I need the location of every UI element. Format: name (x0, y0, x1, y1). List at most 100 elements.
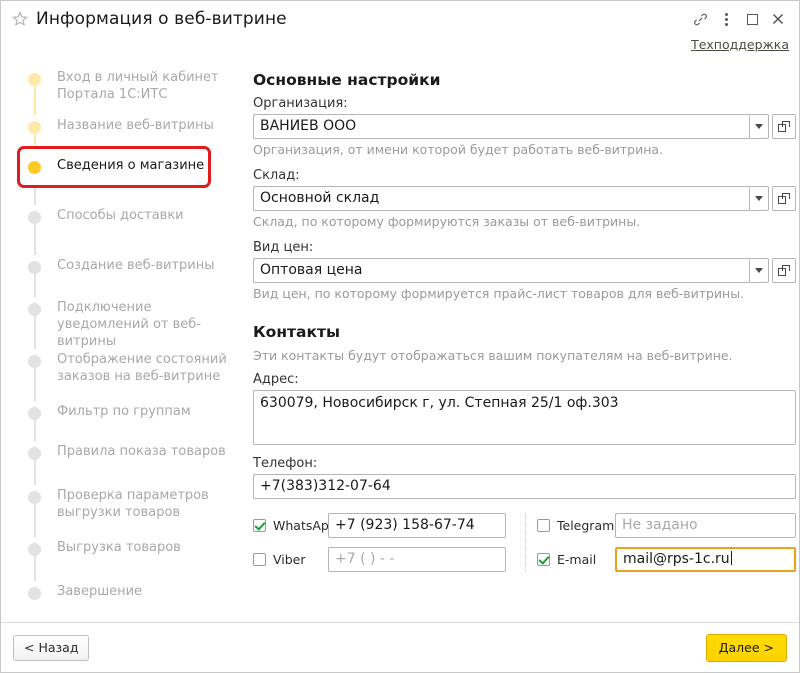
viber-input[interactable]: +7 ( ) - - (328, 547, 506, 572)
checkmark-icon[interactable] (253, 519, 266, 532)
sidebar-step-label: Сведения о магазине (57, 158, 205, 173)
sidebar-step-label: Выгрузка товаров (57, 540, 181, 555)
messenger-column-right: Telegram Не задано E-mail mail@rps-1c.ru (525, 513, 796, 572)
telegram-input[interactable]: Не задано (615, 513, 796, 538)
sidebar-step-label: Завершение (57, 584, 143, 599)
step-connector (34, 315, 36, 349)
open-window-icon (778, 192, 790, 205)
checkbox-email[interactable]: E-mail (537, 552, 615, 567)
chevron-down-icon (755, 124, 763, 129)
footer-bar: < Назад Далее > (1, 622, 799, 672)
checkbox-viber[interactable]: Viber (253, 552, 328, 567)
step-connector (34, 459, 36, 485)
page-title: Информация о веб-витрине (36, 9, 287, 29)
maximize-icon[interactable] (739, 6, 765, 32)
sidebar-step-8[interactable]: Фильтр по группам (1, 403, 249, 433)
sidebar-step-label: Проверка параметров выгрузки товаров (57, 488, 209, 520)
wizard-window: Информация о веб-витрине Техподдержка Вх (0, 0, 800, 673)
step-dot-icon (28, 303, 41, 316)
sidebar-step-3[interactable]: Сведения о магазине (1, 157, 249, 187)
messenger-row-telegram: Telegram Не задано (537, 513, 796, 538)
sidebar-step-10[interactable]: Проверка параметров выгрузки товаров (1, 487, 249, 521)
back-button[interactable]: < Назад (13, 634, 90, 661)
step-connector (34, 367, 36, 401)
checkbox-whatsapp[interactable]: WhatsApp (253, 518, 337, 533)
warehouse-open-button[interactable] (772, 186, 796, 211)
price-type-input[interactable]: Оптовая цена (253, 258, 750, 283)
email-input[interactable]: mail@rps-1c.ru (615, 547, 796, 572)
step-dot-icon (28, 121, 41, 134)
step-dot-icon (28, 161, 41, 174)
sidebar-step-4[interactable]: Способы доставки (1, 207, 249, 237)
chevron-down-icon (755, 268, 763, 273)
open-window-icon (778, 264, 790, 277)
sidebar-step-9[interactable]: Правила показа товаров (1, 443, 249, 473)
main-form: Основные настройки Организация: ВАНИЕВ О… (249, 59, 799, 634)
warehouse-input[interactable]: Основной склад (253, 186, 750, 211)
step-dot-icon (28, 261, 41, 274)
checkbox-label-email: E-mail (557, 552, 597, 567)
price-type-hint: Вид цен, по которому формируется прайс-л… (253, 286, 745, 301)
organization-hint: Организация, от имени которой будет рабо… (253, 142, 664, 157)
price-type-label: Вид цен: (253, 240, 314, 255)
checkbox-label-telegram: Telegram (557, 518, 615, 533)
star-icon[interactable] (11, 10, 29, 28)
warehouse-label: Склад: (253, 168, 300, 183)
checkbox-telegram[interactable]: Telegram (537, 518, 615, 533)
messenger-grid: WhatsApp +7 (923) 158-67-74 Viber +7 ( ) - … (253, 513, 796, 572)
checkbox-empty-icon[interactable] (537, 519, 550, 532)
step-dot-icon (28, 73, 41, 86)
sidebar-step-5[interactable]: Создание веб-витрины (1, 257, 249, 287)
price-type-open-button[interactable] (772, 258, 796, 283)
organization-row: ВАНИЕВ ООО (253, 114, 796, 139)
sidebar-step-11[interactable]: Выгрузка товаров (1, 539, 249, 569)
support-row: Техподдержка (1, 37, 799, 59)
basic-settings-heading: Основные настройки (253, 71, 441, 89)
step-connector (34, 85, 36, 115)
organization-dropdown-button[interactable] (750, 114, 769, 139)
address-input[interactable]: 630079, Новосибирск г, ул. Степная 25/1 … (253, 390, 796, 445)
chevron-down-icon (755, 196, 763, 201)
support-link[interactable]: Техподдержка (691, 37, 789, 52)
step-dot-icon (28, 587, 41, 600)
step-dot-icon (28, 447, 41, 460)
price-type-dropdown-button[interactable] (750, 258, 769, 283)
open-window-icon (778, 120, 790, 133)
sidebar-step-label: Фильтр по группам (57, 404, 191, 419)
sidebar-step-label: Правила показа товаров (57, 444, 226, 459)
phone-label: Телефон: (253, 456, 318, 471)
messenger-row-whatsapp: WhatsApp +7 (923) 158-67-74 (253, 513, 525, 538)
sidebar-step-6[interactable]: Подключение уведомлений от веб-витрины (1, 299, 249, 350)
organization-open-button[interactable] (772, 114, 796, 139)
step-dot-icon (28, 355, 41, 368)
checkbox-empty-icon[interactable] (253, 553, 266, 566)
sidebar-step-12[interactable]: Завершение (1, 583, 249, 613)
checkbox-label-viber: Viber (273, 552, 306, 567)
whatsapp-input[interactable]: +7 (923) 158-67-74 (328, 513, 506, 538)
step-dot-icon (28, 211, 41, 224)
contacts-subtitle: Эти контакты будут отображаться вашим по… (253, 348, 733, 363)
body-split: Вход в личный кабинет Портала 1С:ИТС Назв… (1, 59, 799, 634)
wizard-stepper: Вход в личный кабинет Портала 1С:ИТС Назв… (1, 59, 249, 634)
next-button[interactable]: Далее > (705, 633, 787, 662)
text-cursor (730, 551, 732, 565)
sidebar-step-2[interactable]: Название веб-витрины (1, 117, 249, 147)
step-dot-icon (28, 543, 41, 556)
sidebar-step-7[interactable]: Отображение состояний заказов на веб-вит… (1, 351, 249, 385)
sidebar-step-label: Создание веб-витрины (57, 258, 215, 273)
step-connector (34, 223, 36, 255)
checkmark-icon[interactable] (537, 553, 550, 566)
warehouse-row: Основной склад (253, 186, 796, 211)
sidebar-step-1[interactable]: Вход в личный кабинет Портала 1С:ИТС (1, 69, 249, 103)
close-icon[interactable] (765, 6, 791, 32)
link-icon[interactable] (687, 6, 713, 32)
sidebar-step-label: Название веб-витрины (57, 118, 214, 133)
warehouse-hint: Склад, по которому формируются заказы от… (253, 214, 641, 229)
phone-input[interactable]: +7(383)312-07-64 (253, 474, 796, 499)
warehouse-dropdown-button[interactable] (750, 186, 769, 211)
kebab-menu-icon[interactable] (713, 6, 739, 32)
messenger-row-email: E-mail mail@rps-1c.ru (537, 547, 796, 572)
organization-input[interactable]: ВАНИЕВ ООО (253, 114, 750, 139)
step-dot-icon (28, 491, 41, 504)
title-bar: Информация о веб-витрине (1, 1, 799, 37)
